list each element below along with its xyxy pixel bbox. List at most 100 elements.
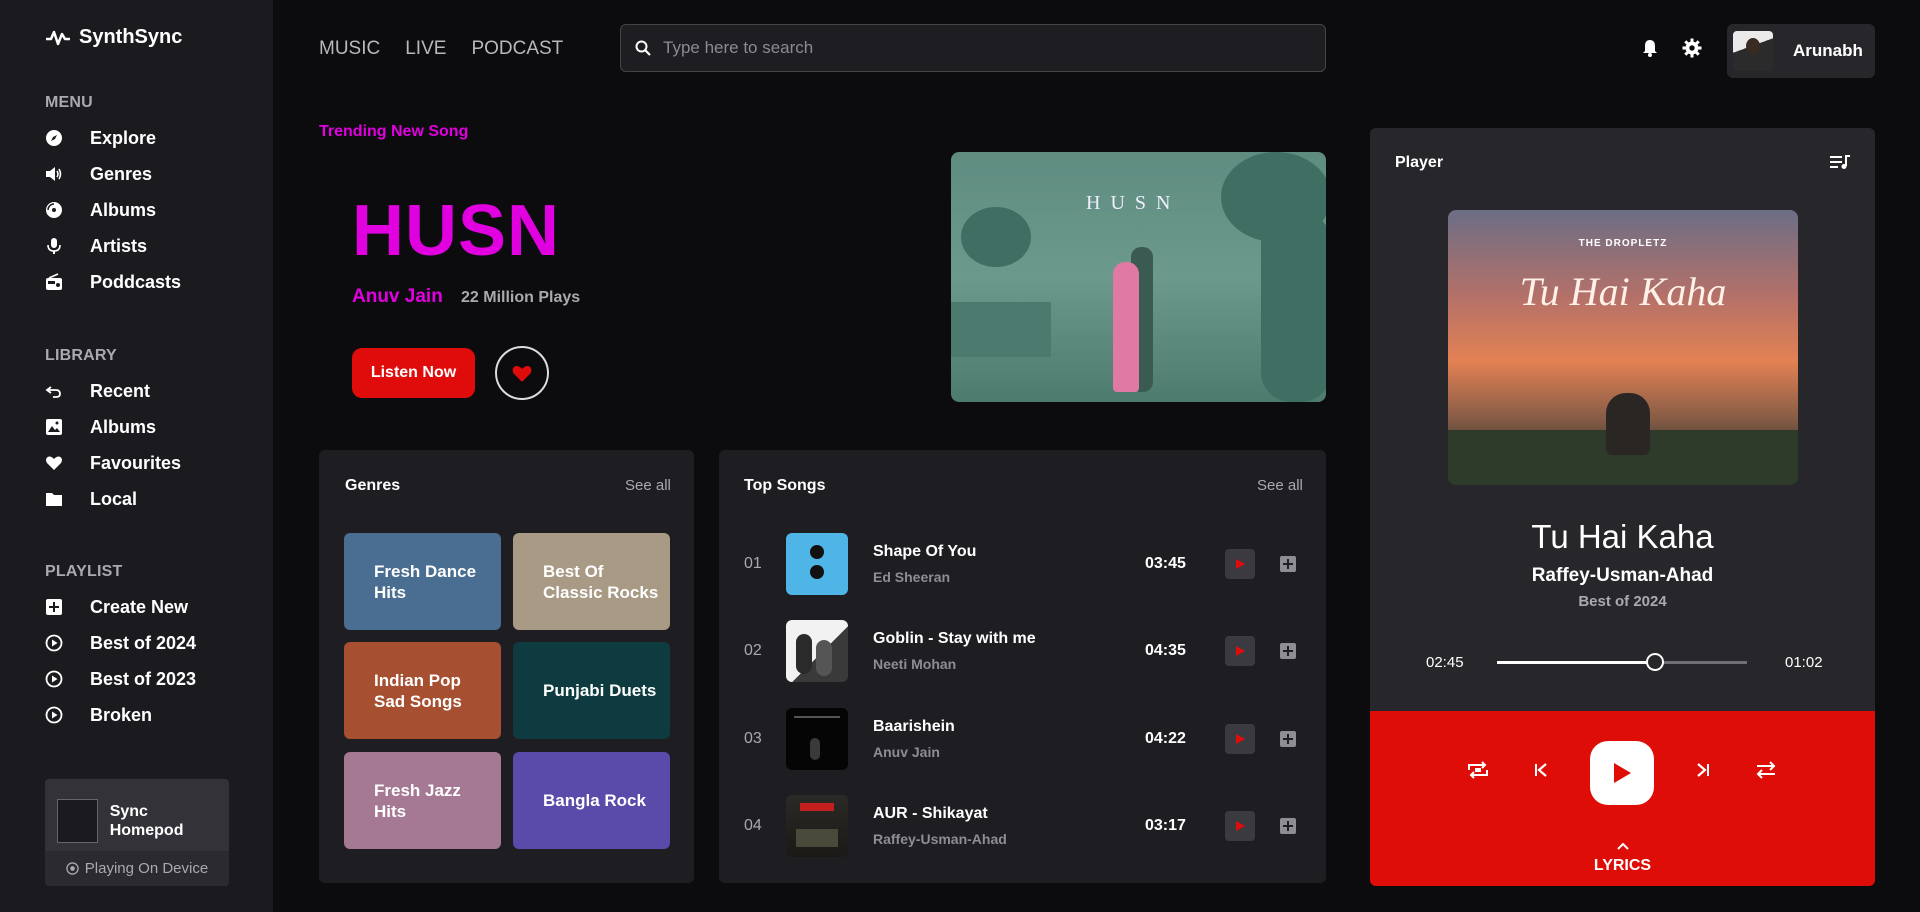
hero-title: HUSN — [352, 191, 561, 271]
plus-square-icon — [1280, 818, 1296, 834]
library-nav: Recent Albums Favourites Local — [45, 373, 181, 517]
genre-card[interactable]: Fresh Dance Hits — [344, 533, 501, 630]
folder-icon — [45, 490, 63, 508]
sidebar-item-label: Broken — [90, 704, 153, 725]
song-number: 04 — [744, 817, 762, 834]
cover-brand: THE DROPLETZ — [1578, 238, 1668, 249]
genre-card[interactable]: Fresh Jazz Hits — [344, 752, 501, 849]
top-icons — [1640, 38, 1702, 58]
song-row[interactable]: 01 Shape Of You Ed Sheeran 03:45 — [744, 528, 1304, 600]
sidebar-item-label: Favourites — [90, 452, 182, 473]
tab-live[interactable]: LIVE — [405, 38, 446, 60]
play-circle-icon — [45, 670, 63, 688]
play-icon — [1236, 734, 1245, 744]
sidebar-item-artists[interactable]: Artists — [45, 228, 181, 264]
trending-label: Trending New Song — [319, 123, 469, 140]
user-profile[interactable]: Arunabh — [1727, 24, 1875, 78]
genre-label: Fresh Dance Hits — [374, 561, 477, 602]
player-artist[interactable]: Raffey-Usman-Ahad — [1370, 565, 1875, 587]
play-icon — [1236, 646, 1245, 656]
device-card[interactable]: Sync Homepod Playing On Device — [45, 779, 229, 886]
song-row[interactable]: 03 Baarishein Anuv Jain 04:22 — [744, 703, 1304, 775]
play-pause-button[interactable] — [1590, 741, 1654, 805]
song-duration: 03:17 — [1145, 817, 1186, 834]
song-artist: Raffey-Usman-Ahad — [873, 831, 1007, 847]
song-add-button[interactable] — [1279, 817, 1297, 835]
app-logo[interactable]: SynthSync — [45, 26, 182, 49]
sidebar-item-albums[interactable]: Albums — [45, 192, 181, 228]
genre-label: Best Of Classic Rocks — [543, 561, 659, 602]
previous-button[interactable] — [1534, 763, 1548, 777]
player-panel: Player THE DROPLETZ Tu Hai Kaha Tu Hai K… — [1370, 128, 1875, 886]
favourite-button[interactable] — [495, 346, 549, 400]
song-play-button[interactable] — [1225, 724, 1255, 754]
queue-icon[interactable] — [1830, 154, 1850, 170]
genre-label: Fresh Jazz Hits — [374, 780, 461, 821]
sidebar-item-poddcasts[interactable]: Poddcasts — [45, 264, 181, 300]
song-add-button[interactable] — [1279, 555, 1297, 573]
listen-now-button[interactable]: Listen Now — [352, 348, 475, 398]
genre-card[interactable]: Bangla Rock — [513, 752, 670, 849]
app-name: SynthSync — [79, 26, 183, 48]
genre-card[interactable]: Indian Pop Sad Songs — [344, 642, 501, 739]
song-add-button[interactable] — [1279, 642, 1297, 660]
song-artwork — [786, 795, 848, 857]
sidebar-item-create-new[interactable]: Create New — [45, 589, 196, 625]
song-number: 03 — [744, 730, 762, 747]
song-play-button[interactable] — [1225, 636, 1255, 666]
sidebar-item-favourites[interactable]: Favourites — [45, 445, 181, 481]
song-play-button[interactable] — [1225, 549, 1255, 579]
genres-see-all-link[interactable]: See all — [625, 477, 671, 494]
next-button[interactable] — [1696, 763, 1710, 777]
genre-card[interactable]: Punjabi Duets — [513, 642, 670, 739]
repeat-button[interactable] — [1467, 761, 1489, 779]
sidebar-item-local[interactable]: Local — [45, 481, 181, 517]
tab-music[interactable]: MUSIC — [319, 38, 380, 60]
sidebar-item-label: Best of 2024 — [90, 632, 197, 653]
song-duration: 04:22 — [1145, 730, 1186, 747]
gear-icon[interactable] — [1682, 38, 1702, 58]
sidebar-item-explore[interactable]: Explore — [45, 120, 181, 156]
sidebar-item-best-of-2023[interactable]: Best of 2023 — [45, 661, 196, 697]
song-artwork — [786, 620, 848, 682]
elapsed-time: 02:45 — [1426, 654, 1464, 671]
song-row[interactable]: 02 Goblin - Stay with me Neeti Mohan 04:… — [744, 615, 1304, 687]
hero-image-tree — [961, 207, 1031, 267]
top-songs-see-all-link[interactable]: See all — [1257, 477, 1303, 494]
menu-title: MENU — [45, 94, 93, 111]
hero-artist[interactable]: Anuv Jain — [352, 286, 443, 308]
shuffle-button[interactable] — [1756, 761, 1776, 779]
sidebar-item-best-of-2024[interactable]: Best of 2024 — [45, 625, 196, 661]
genre-card[interactable]: Best Of Classic Rocks — [513, 533, 670, 630]
progress-handle[interactable] — [1645, 653, 1664, 671]
sidebar-item-label: Albums — [90, 199, 157, 220]
chevron-up-icon[interactable] — [1370, 837, 1875, 855]
sidebar-item-label: Genres — [90, 163, 153, 184]
device-status: Playing On Device — [84, 860, 209, 877]
player-track-title: Tu Hai Kaha — [1531, 518, 1714, 555]
song-play-button[interactable] — [1225, 811, 1255, 841]
song-add-button[interactable] — [1279, 730, 1297, 748]
plus-square-icon — [45, 598, 63, 616]
search-input[interactable] — [663, 38, 1303, 58]
sidebar-item-library-albums[interactable]: Albums — [45, 409, 181, 445]
hero-image[interactable]: HUSN — [951, 152, 1326, 402]
cover-figure — [1606, 393, 1650, 455]
genres-title: Genres — [345, 477, 401, 494]
user-name: Arunabh — [1793, 41, 1863, 60]
song-title: Shape Of You — [873, 543, 977, 560]
song-row[interactable]: 04 AUR - Shikayat Raffey-Usman-Ahad 03:1… — [744, 790, 1304, 862]
progress-bar[interactable] — [1497, 653, 1747, 671]
tab-podcast[interactable]: PODCAST — [471, 38, 563, 60]
song-number: 01 — [744, 555, 762, 572]
sidebar-item-recent[interactable]: Recent — [45, 373, 181, 409]
device-image — [57, 799, 98, 843]
search-bar[interactable] — [620, 24, 1326, 72]
lyrics-button[interactable]: LYRICS — [1370, 857, 1875, 875]
pulse-icon — [46, 30, 70, 45]
sidebar-item-broken[interactable]: Broken — [45, 697, 196, 733]
song-title: Baarishein — [873, 718, 955, 735]
plus-square-icon — [1280, 556, 1296, 572]
bell-icon[interactable] — [1640, 38, 1660, 58]
sidebar-item-genres[interactable]: Genres — [45, 156, 181, 192]
